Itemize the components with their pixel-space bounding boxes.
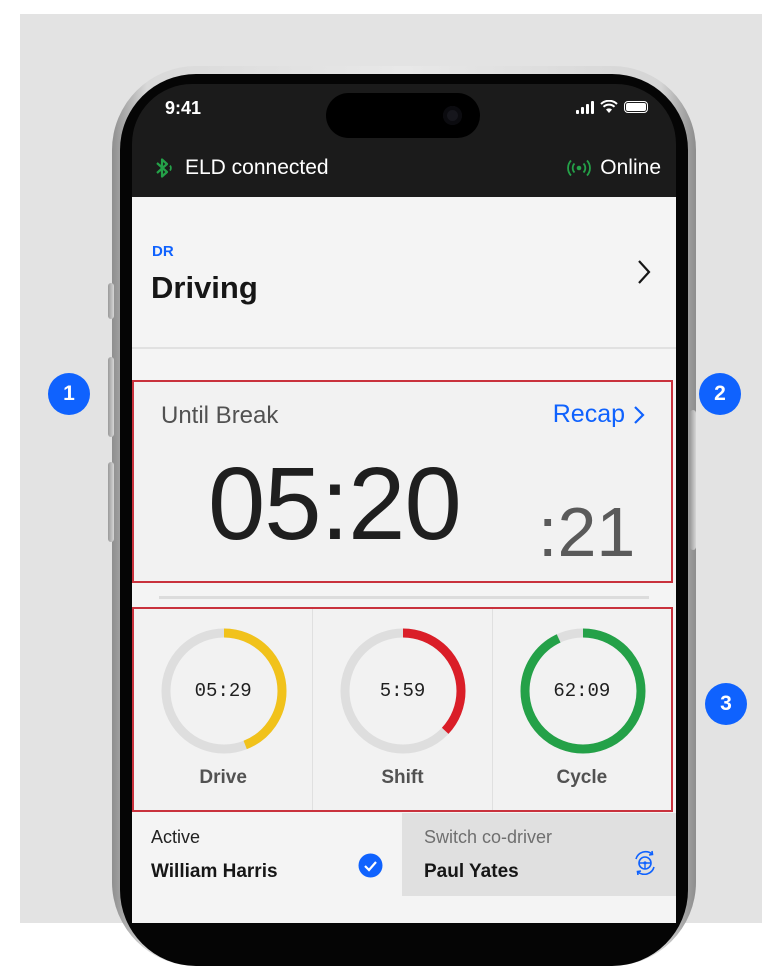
switch-caption: Switch co-driver xyxy=(424,827,553,847)
break-timer-panel: Until Break Recap 05:20 :21 xyxy=(132,380,673,583)
phone-screen: 9:41 ELD connected Online DR Driving Unt… xyxy=(132,84,676,923)
main-content: DR Driving Until Break Recap 05:20 :21 0… xyxy=(132,197,676,923)
battery-icon xyxy=(624,101,648,113)
active-caption: Active xyxy=(151,827,201,847)
cycle-gauge[interactable]: 62:09 Cycle xyxy=(493,609,671,810)
hours-gauges-panel: 05:29 Drive 5:59 Shift 62:09 Cycle xyxy=(132,607,673,812)
drive-gauge[interactable]: 05:29 Drive xyxy=(134,609,314,810)
recap-label: Recap xyxy=(552,400,625,428)
shift-label: Shift xyxy=(381,767,424,788)
progress-track xyxy=(159,596,649,599)
checkmark-icon xyxy=(358,853,383,878)
steering-wheel-swap-icon xyxy=(635,850,655,875)
volume-up-button xyxy=(108,357,114,437)
break-timer-hours-minutes: 05:20 xyxy=(208,446,462,561)
duty-status-code: DR xyxy=(152,243,174,260)
eld-status-label: ELD connected xyxy=(185,156,329,179)
break-timer-seconds: :21 xyxy=(538,493,636,571)
chevron-right-icon[interactable] xyxy=(636,259,652,285)
dynamic-island xyxy=(326,93,480,138)
duty-status-title: Driving xyxy=(151,270,258,305)
duty-status-card[interactable]: DR Driving xyxy=(132,197,676,349)
callout-marker-2: 2 xyxy=(699,373,741,415)
chevron-right-icon xyxy=(634,405,645,424)
cycle-label: Cycle xyxy=(556,767,608,788)
eld-status: ELD connected xyxy=(152,156,329,180)
network-status: Online xyxy=(566,156,661,180)
switch-co-driver-button[interactable]: Switch co-driver Paul Yates xyxy=(402,813,676,896)
volume-down-button xyxy=(108,462,114,542)
drive-remaining: 05:29 xyxy=(194,680,252,702)
connection-bar: ELD connected Online xyxy=(132,144,676,197)
power-button xyxy=(690,410,696,550)
drive-label: Drive xyxy=(199,767,247,788)
active-driver[interactable]: Active William Harris xyxy=(132,813,402,896)
callout-marker-3: 3 xyxy=(705,683,747,725)
shift-gauge[interactable]: 5:59 Shift xyxy=(313,609,493,810)
recap-link[interactable]: Recap xyxy=(553,400,645,429)
broadcast-icon xyxy=(567,159,592,177)
cycle-remaining: 62:09 xyxy=(553,680,611,702)
signal-icon xyxy=(576,100,594,114)
until-break-label: Until Break xyxy=(161,402,279,429)
bluetooth-icon xyxy=(156,158,172,178)
status-icons xyxy=(576,100,648,114)
status-time: 9:41 xyxy=(165,98,202,118)
callout-marker-1: 1 xyxy=(48,373,90,415)
co-driver-name: Paul Yates xyxy=(424,861,519,882)
network-status-label: Online xyxy=(600,156,661,179)
active-driver-name: William Harris xyxy=(151,861,278,882)
shift-remaining: 5:59 xyxy=(379,680,426,702)
wifi-icon xyxy=(600,100,618,113)
drivers-row: Active William Harris Switch co-driver P… xyxy=(132,813,676,896)
side-button xyxy=(108,283,114,319)
